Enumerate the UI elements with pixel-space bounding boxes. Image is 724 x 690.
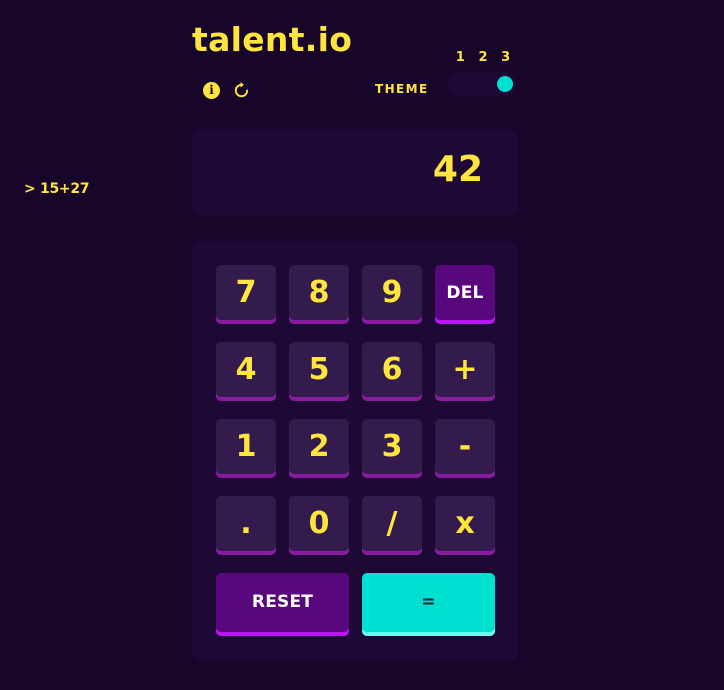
key-9[interactable]: 9 xyxy=(362,265,422,324)
theme-toggle-knob[interactable] xyxy=(497,76,513,92)
display-value: 42 xyxy=(432,149,483,190)
key-decimal[interactable]: . xyxy=(216,496,276,555)
key-minus[interactable]: - xyxy=(435,419,495,478)
info-icon[interactable]: i xyxy=(203,82,220,99)
calculator-app: > 15+27 talent.io i THEME 1 2 3 42 7 8 9… xyxy=(0,0,724,690)
calculator-display: 42 xyxy=(192,129,518,216)
theme-options: 1 2 3 xyxy=(449,50,517,65)
key-plus[interactable]: + xyxy=(435,342,495,401)
key-2[interactable]: 2 xyxy=(289,419,349,478)
theme-option-2[interactable]: 2 xyxy=(478,50,487,65)
refresh-icon[interactable] xyxy=(232,81,251,100)
key-3[interactable]: 3 xyxy=(362,419,422,478)
equals-button[interactable]: = xyxy=(362,573,495,636)
theme-label: THEME xyxy=(375,82,429,96)
theme-toggle[interactable] xyxy=(448,72,516,96)
key-7[interactable]: 7 xyxy=(216,265,276,324)
app-logo: talent.io xyxy=(192,20,353,59)
key-0[interactable]: 0 xyxy=(289,496,349,555)
key-5[interactable]: 5 xyxy=(289,342,349,401)
keypad: 7 8 9 DEL 4 5 6 + 1 2 3 - . 0 / x RESET … xyxy=(192,241,518,661)
key-1[interactable]: 1 xyxy=(216,419,276,478)
key-multiply[interactable]: x xyxy=(435,496,495,555)
key-8[interactable]: 8 xyxy=(289,265,349,324)
theme-option-3[interactable]: 3 xyxy=(501,50,510,65)
reset-button[interactable]: RESET xyxy=(216,573,349,636)
history-expression: > 15+27 xyxy=(24,181,90,197)
key-divide[interactable]: / xyxy=(362,496,422,555)
delete-button[interactable]: DEL xyxy=(435,265,495,324)
key-4[interactable]: 4 xyxy=(216,342,276,401)
theme-option-1[interactable]: 1 xyxy=(456,50,465,65)
key-6[interactable]: 6 xyxy=(362,342,422,401)
